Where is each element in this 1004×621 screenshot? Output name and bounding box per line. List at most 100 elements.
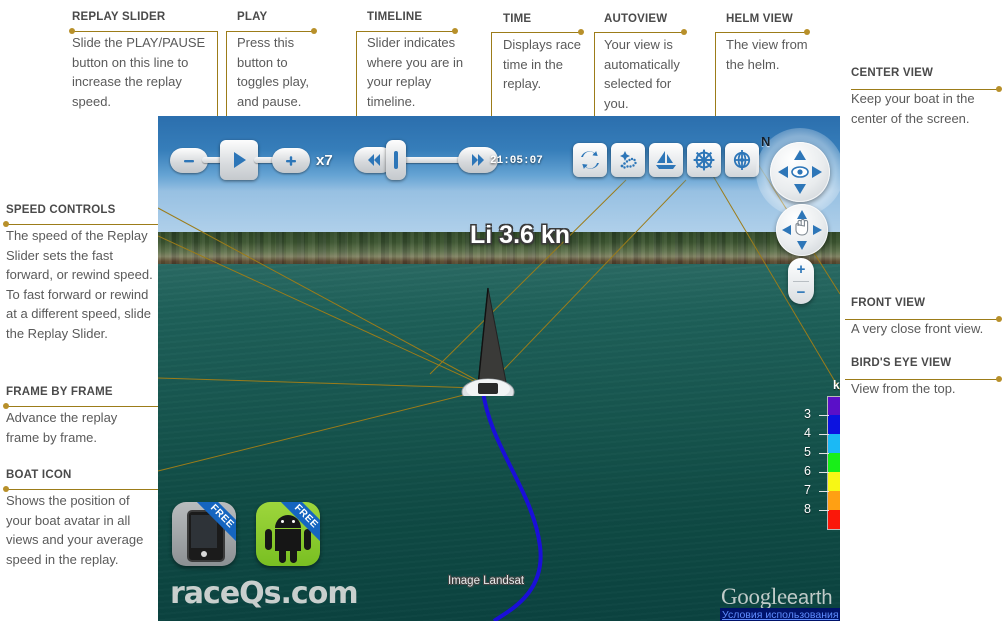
speed-increase-button[interactable] xyxy=(272,148,310,173)
callout-rule-time xyxy=(491,32,581,33)
look-around-joystick[interactable] xyxy=(770,142,830,202)
double-chevron-right-icon xyxy=(472,154,484,166)
google-earth-map-view[interactable]: Li 3.6 kn x7 21:05:07 N + − k 3 4 5 6 7 … xyxy=(158,116,840,621)
callout-play: PLAY Press this button to toggles play, … xyxy=(237,10,323,111)
callout-title: BOAT ICON xyxy=(6,469,72,481)
callout-front-view: FRONT VIEW A very close front view. xyxy=(851,296,999,339)
legend-tick-mark xyxy=(819,491,829,492)
callout-rule-speed-controls xyxy=(6,224,158,225)
callout-time: TIME Displays race time in the replay. xyxy=(503,12,587,94)
callout-title: AUTOVIEW xyxy=(604,13,668,25)
callout-boat-icon: BOAT ICON Shows the position of your boa… xyxy=(6,468,154,569)
pan-joystick[interactable] xyxy=(776,204,828,256)
ships-wheel-icon xyxy=(693,149,715,171)
callout-body: Displays race time in the replay. xyxy=(503,37,582,91)
race-time-display: 21:05:07 xyxy=(490,155,543,167)
callout-title: PLAY xyxy=(237,11,268,23)
legend-tick: 6 xyxy=(804,464,811,478)
sync-arrows-icon xyxy=(581,151,599,169)
helm-view-button[interactable] xyxy=(649,143,683,177)
callout-dot-birds-eye-view xyxy=(996,376,1002,382)
callout-title: TIME xyxy=(503,13,532,25)
callout-birds-eye-view: BIRD'S EYE VIEW View from the top. xyxy=(851,356,999,399)
autoview-button[interactable] xyxy=(573,143,607,177)
callout-rule-front-view xyxy=(845,319,999,320)
callout-body: Press this button to toggles play, and p… xyxy=(237,35,310,109)
legend-tick-mark xyxy=(819,415,829,416)
android-app-badge[interactable]: FREE xyxy=(256,502,320,566)
callout-dot-play xyxy=(311,28,317,34)
legend-tick: 5 xyxy=(804,445,811,459)
callout-body: View from the top. xyxy=(851,381,956,396)
callout-timeline: TIMELINE Slider indicates where you are … xyxy=(367,10,471,111)
slider-handle-icon xyxy=(394,151,398,169)
callout-leader-autoview xyxy=(594,32,595,116)
callout-helm-view: HELM VIEW The view from the helm. xyxy=(726,12,816,74)
callout-body: Slider indicates where you are in your r… xyxy=(367,35,464,109)
callout-rule-replay-slider xyxy=(72,31,217,32)
legend-tick-mark xyxy=(819,472,829,473)
callout-body: The view from the helm. xyxy=(726,37,808,72)
callout-dot-speed-controls xyxy=(3,221,9,227)
zoom-in-button[interactable]: + xyxy=(788,258,814,281)
crosshair-globe-icon xyxy=(733,150,751,170)
sailboat-icon xyxy=(656,151,676,169)
callout-rule-center-view xyxy=(851,89,999,90)
callout-dot-boat-icon xyxy=(3,486,9,492)
callout-title: BIRD'S EYE VIEW xyxy=(851,357,952,369)
legend-swatch xyxy=(827,434,840,453)
callout-dot-helm-view xyxy=(804,29,810,35)
legend-swatch xyxy=(827,453,840,472)
eye-icon xyxy=(778,150,822,194)
callout-title: TIMELINE xyxy=(367,11,423,23)
callout-dot-timeline xyxy=(452,28,458,34)
compass-north-icon[interactable]: N xyxy=(761,134,770,149)
plus-icon xyxy=(286,155,296,166)
callout-frame-by-frame: FRAME BY FRAME Advance the replay frame … xyxy=(6,385,154,447)
callout-leader-play xyxy=(226,31,227,116)
callout-title: REPLAY SLIDER xyxy=(72,11,166,23)
callout-autoview: AUTOVIEW Your view is automatically sele… xyxy=(604,12,692,113)
birds-eye-view-button[interactable] xyxy=(611,143,645,177)
callout-dot-center-view xyxy=(996,86,1002,92)
speed-color-legend: kn 3 4 5 6 7 8 xyxy=(803,378,840,530)
boat-speed-label: Li 3.6 kn xyxy=(470,221,571,249)
site-logo[interactable]: raceQs.com xyxy=(170,576,359,611)
callout-dot-frame-by-frame xyxy=(3,403,9,409)
callout-body: Keep your boat in the center of the scre… xyxy=(851,91,975,126)
ios-app-badge[interactable]: FREE xyxy=(172,502,236,566)
zoom-out-button[interactable]: − xyxy=(788,281,814,304)
terms-of-use-link[interactable]: Условия использования xyxy=(720,608,840,621)
front-view-button[interactable] xyxy=(687,143,721,177)
legend-tick: 3 xyxy=(804,407,811,421)
callout-body: Slide the PLAY/PAUSE button on this line… xyxy=(72,35,206,109)
legend-tick-mark xyxy=(819,510,829,511)
callout-dot-autoview xyxy=(681,29,687,35)
hand-icon xyxy=(782,210,822,250)
callout-title: FRAME BY FRAME xyxy=(6,386,113,398)
track-dots-icon xyxy=(620,151,637,169)
play-icon xyxy=(234,152,246,168)
google-wordmark: Google xyxy=(721,584,787,609)
legend-tick: 7 xyxy=(804,483,811,497)
imagery-attribution: Image Landsat xyxy=(448,575,525,587)
callout-body: A very close front view. xyxy=(851,321,984,336)
callout-leader-helm-view xyxy=(715,32,716,116)
callout-rule-timeline xyxy=(356,31,455,32)
callout-title: HELM VIEW xyxy=(726,13,793,25)
callout-body: The speed of the Replay Slider sets the … xyxy=(6,228,153,341)
callout-dot-front-view xyxy=(996,316,1002,322)
timeline-handle[interactable] xyxy=(386,140,406,180)
speed-multiplier-label: x7 xyxy=(316,152,333,169)
legend-swatch xyxy=(827,396,840,416)
callout-leader-replay-slider xyxy=(217,31,218,116)
play-pause-button[interactable] xyxy=(220,140,258,180)
boat-avatar[interactable] xyxy=(444,236,564,396)
center-view-button[interactable] xyxy=(725,143,759,177)
callout-body: Your view is automatically selected for … xyxy=(604,37,680,111)
google-earth-logo: Googleearth xyxy=(721,584,833,610)
zoom-slider[interactable]: + − xyxy=(788,258,814,304)
callout-title: SPEED CONTROLS xyxy=(6,204,116,216)
minus-icon xyxy=(184,159,194,162)
callout-dot-time xyxy=(578,29,584,35)
